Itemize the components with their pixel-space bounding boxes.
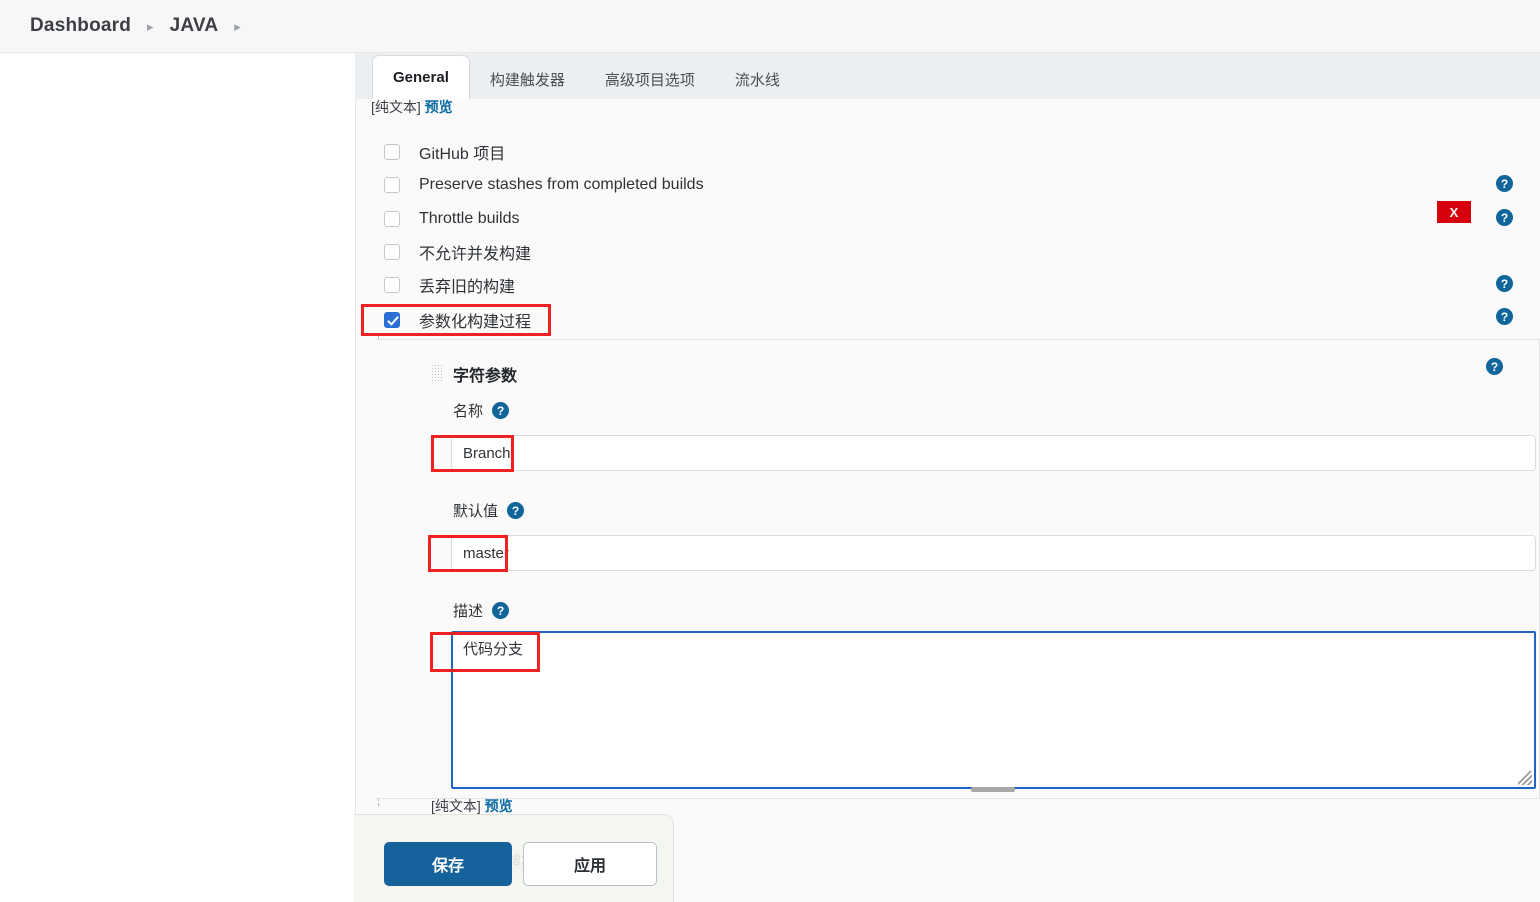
breadcrumb-item-java[interactable]: JAVA bbox=[170, 15, 219, 37]
parameter-name-input[interactable] bbox=[451, 435, 1536, 471]
tab-general[interactable]: General bbox=[372, 55, 470, 99]
help-icon-parameter-description[interactable]: ? bbox=[492, 602, 510, 619]
checkbox-row-discard-old-builds[interactable]: 丢弃旧的构建 bbox=[384, 273, 515, 297]
parameter-type-title: 字符参数 bbox=[453, 368, 518, 385]
tab-pipeline[interactable]: 流水线 bbox=[715, 59, 800, 99]
parameter-description-textarea[interactable] bbox=[451, 631, 1536, 789]
parameter-default-label: 默认值 bbox=[453, 503, 499, 520]
general-config-form: [纯文本] 预览 GitHub 项目 Preserve stashes from… bbox=[354, 97, 1540, 902]
help-icon-parameterized-build[interactable]: ? bbox=[1496, 308, 1513, 325]
parameter-description-label-group: 描述 ? bbox=[453, 600, 510, 621]
parameter-default-value-input[interactable] bbox=[451, 535, 1536, 571]
checkbox-row-no-concurrent-builds[interactable]: 不允许并发构建 bbox=[384, 240, 531, 264]
plain-text-label: [纯文本] bbox=[371, 99, 421, 115]
drag-handle-icon[interactable] bbox=[431, 364, 442, 381]
textarea-resize-handle[interactable] bbox=[971, 787, 1015, 792]
help-icon-discard-old-builds[interactable]: ? bbox=[1496, 275, 1513, 292]
checkbox-preserve-stashes[interactable] bbox=[384, 177, 400, 193]
save-button[interactable]: 保存 bbox=[384, 842, 512, 886]
tab-build-triggers[interactable]: 构建触发器 bbox=[470, 59, 585, 99]
help-icon-parameter-name[interactable]: ? bbox=[492, 402, 510, 419]
breadcrumb-separator-icon-2: ▸ bbox=[234, 19, 241, 34]
tab-general-label: General bbox=[393, 69, 449, 86]
checkbox-label-no-concurrent-builds: 不允许并发构建 bbox=[419, 246, 532, 263]
checkbox-discard-old-builds[interactable] bbox=[384, 277, 400, 293]
parameter-preview-link[interactable]: 预览 bbox=[485, 798, 513, 814]
checkbox-label-throttle-builds: Throttle builds bbox=[419, 210, 520, 227]
preview-link[interactable]: 预览 bbox=[425, 99, 453, 115]
tab-pipeline-label: 流水线 bbox=[734, 71, 780, 89]
form-action-bar: 增加参数 保存 应用 bbox=[354, 814, 674, 902]
parameter-description-label: 描述 bbox=[453, 603, 484, 620]
help-icon-preserve-stashes[interactable]: ? bbox=[1496, 175, 1513, 192]
tab-build-triggers-label: 构建触发器 bbox=[489, 71, 565, 89]
help-icon-parameter-default[interactable]: ? bbox=[507, 502, 525, 519]
checkbox-label-discard-old-builds: 丢弃旧的构建 bbox=[419, 279, 516, 296]
checkbox-label-github-project: GitHub 项目 bbox=[419, 146, 506, 163]
description-markup-row: [纯文本] 预览 bbox=[371, 97, 453, 117]
help-icon-throttle-builds[interactable]: ? bbox=[1496, 209, 1513, 226]
parameter-default-label-group: 默认值 ? bbox=[453, 500, 525, 521]
parameter-name-label: 名称 bbox=[453, 403, 484, 420]
tab-advanced-project-options[interactable]: 高级项目选项 bbox=[585, 59, 715, 99]
breadcrumb-item-dashboard[interactable]: Dashboard bbox=[30, 15, 131, 37]
jenkins-job-config-page: Dashboard ▸ JAVA ▸ General 构建触发器 高级项目选项 … bbox=[0, 0, 1540, 902]
checkbox-github-project[interactable] bbox=[384, 144, 400, 160]
tab-advanced-project-options-label: 高级项目选项 bbox=[604, 71, 695, 89]
apply-button[interactable]: 应用 bbox=[523, 842, 657, 886]
config-tab-strip: General 构建触发器 高级项目选项 流水线 bbox=[355, 53, 1540, 99]
breadcrumb: Dashboard ▸ JAVA ▸ bbox=[0, 0, 1540, 53]
delete-parameter-button[interactable]: X bbox=[1437, 201, 1471, 223]
string-parameter-panel: 字符参数 名称 ? 默认值 ? 描述 ? bbox=[376, 339, 1540, 799]
breadcrumb-separator-icon: ▸ bbox=[147, 19, 154, 34]
checkbox-row-preserve-stashes[interactable]: Preserve stashes from completed builds bbox=[384, 173, 704, 197]
parameter-description-markup-row: [纯文本] 预览 bbox=[431, 796, 513, 816]
save-button-label: 保存 bbox=[431, 858, 464, 875]
checkbox-throttle-builds[interactable] bbox=[384, 211, 400, 227]
checkbox-row-throttle-builds[interactable]: Throttle builds bbox=[384, 207, 520, 231]
checkbox-row-parameterized-build[interactable]: 参数化构建过程 bbox=[384, 308, 531, 332]
checkbox-label-preserve-stashes: Preserve stashes from completed builds bbox=[419, 176, 704, 193]
checkbox-no-concurrent-builds[interactable] bbox=[384, 244, 400, 260]
checkbox-row-github-project[interactable]: GitHub 项目 bbox=[384, 140, 505, 164]
checkbox-label-parameterized-build: 参数化构建过程 bbox=[419, 314, 532, 331]
checkbox-parameterized-build[interactable] bbox=[384, 312, 400, 328]
apply-button-label: 应用 bbox=[573, 858, 606, 875]
parameter-plain-text-label: [纯文本] bbox=[431, 798, 481, 814]
help-icon-string-parameter[interactable]: ? bbox=[1486, 358, 1503, 375]
parameter-name-label-group: 名称 ? bbox=[453, 400, 510, 421]
